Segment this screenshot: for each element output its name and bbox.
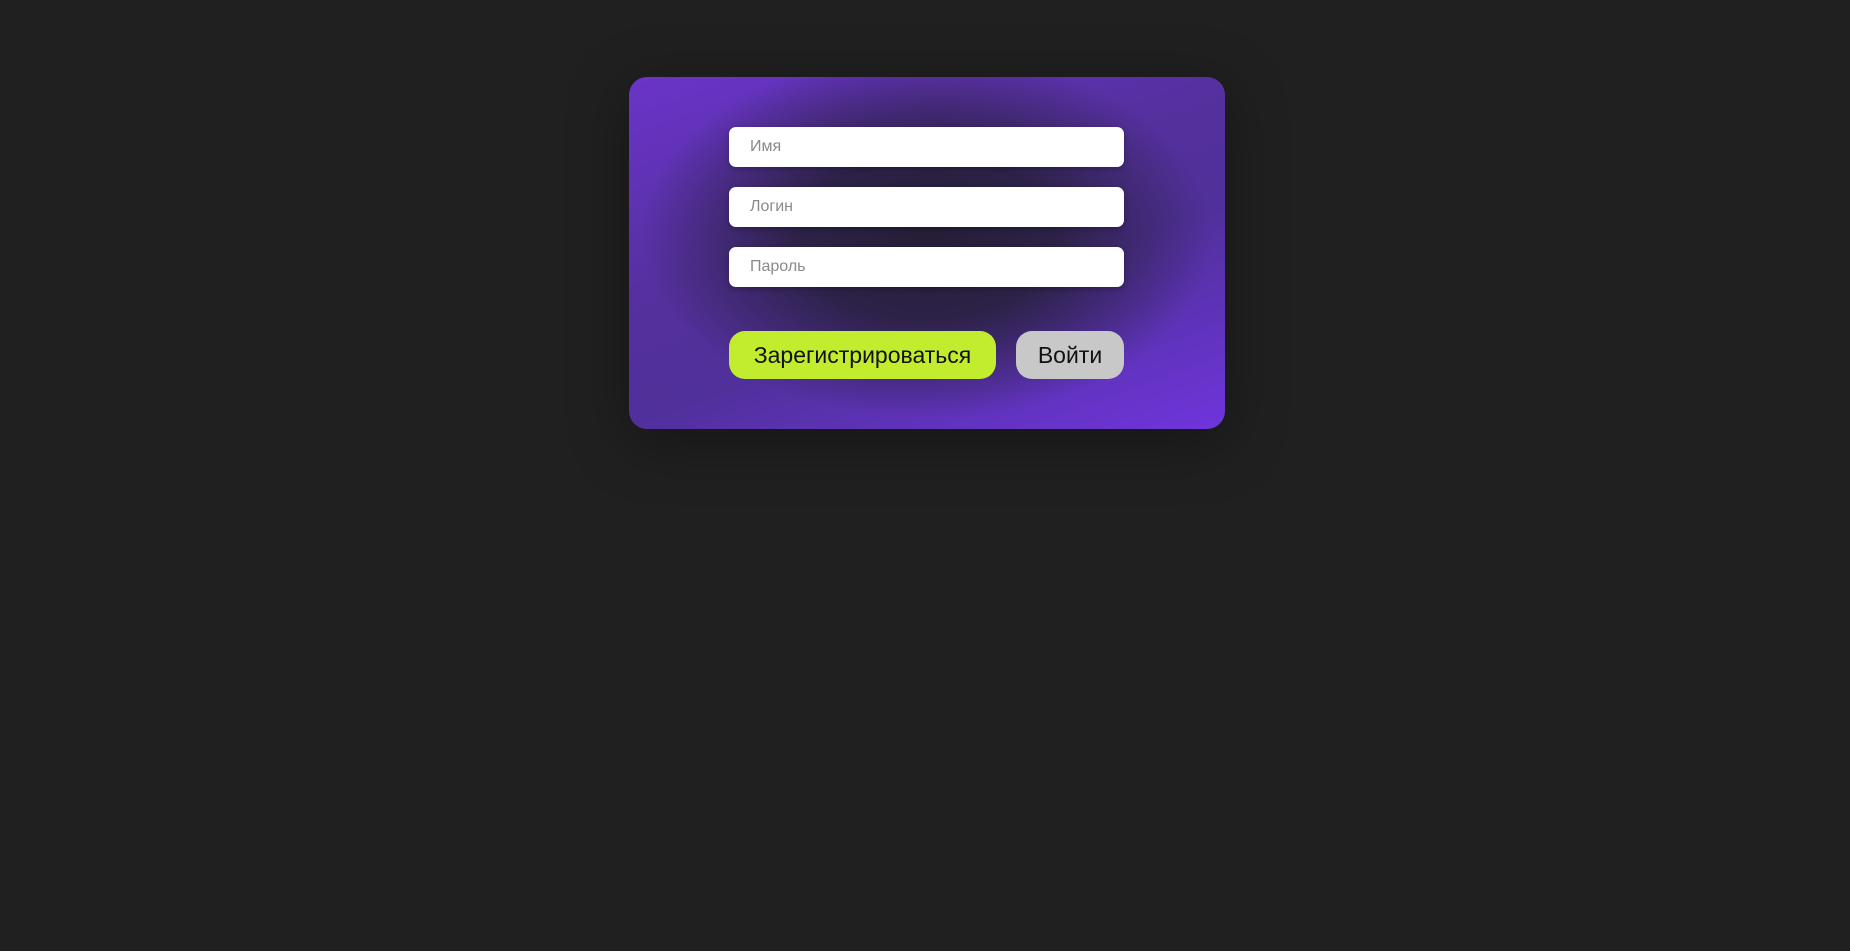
register-button[interactable]: Зарегистрироваться [729,331,996,379]
registration-card: Зарегистрироваться Войти [629,77,1225,429]
name-input[interactable] [729,127,1124,167]
login-button[interactable]: Войти [1016,331,1124,379]
login-input[interactable] [729,187,1124,227]
password-input[interactable] [729,247,1124,287]
